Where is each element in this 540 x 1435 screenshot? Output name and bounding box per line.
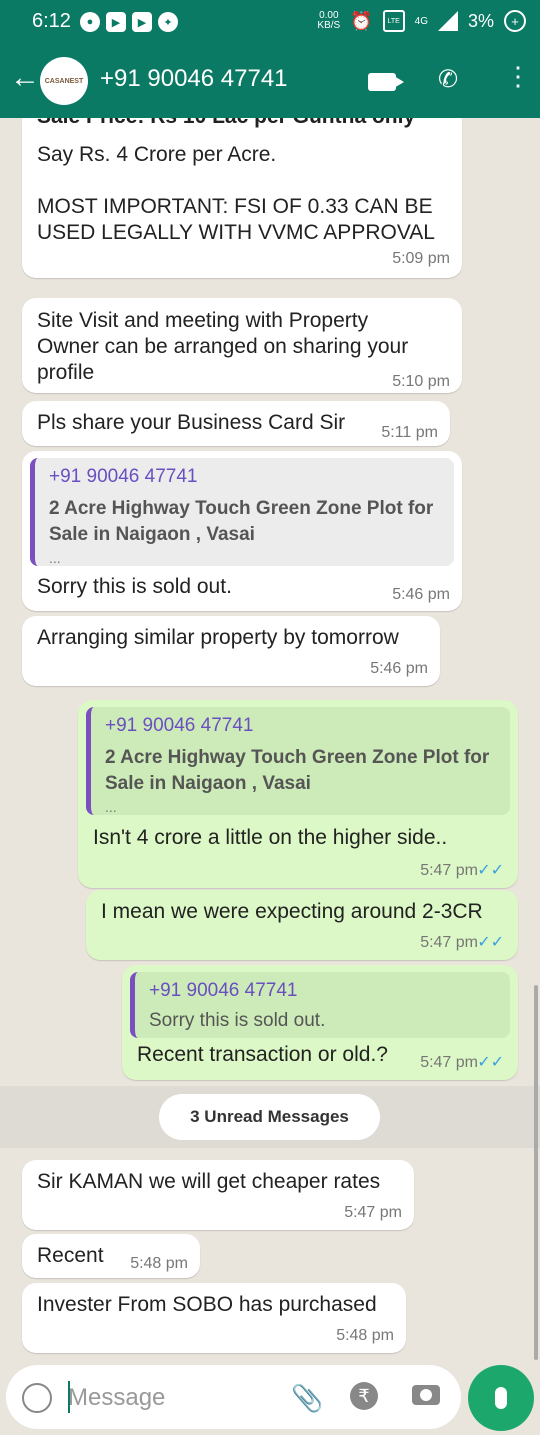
quoted-text: Sorry this is sold out. [149, 1010, 326, 1031]
message-time: 5:48 pm [130, 1255, 188, 1272]
message-time: 5:48 pm [336, 1327, 394, 1344]
read-ticks-icon: ✓✓ [477, 1054, 504, 1071]
status-time: 6:12 [32, 10, 71, 32]
message-time: 5:46 pm [392, 586, 450, 603]
system-icons: 0.00 KB/S ⏰ LTE 4G 3% + [317, 10, 526, 32]
alarm-icon: ⏰ [350, 10, 373, 31]
message-bubble[interactable]: Sir KAMAN we will get cheaper rates 5:47… [22, 1160, 414, 1230]
message-time: 5:47 pm [344, 1204, 402, 1221]
battery-text: 3% [467, 10, 494, 31]
notification-icons: ● ▶ ▶ ✦ [80, 12, 178, 32]
quoted-message[interactable]: +91 90046 47741 2 Acre Highway Touch Gre… [30, 458, 454, 566]
unread-divider: 3 Unread Messages [0, 1086, 540, 1148]
read-ticks-icon: ✓✓ [477, 934, 504, 951]
more-vert-icon[interactable]: ⋮ [505, 61, 531, 92]
message-text: Recent [37, 1244, 104, 1267]
message-bubble[interactable]: I mean we were expecting around 2-3CR 5:… [86, 890, 518, 960]
message-text: Recent transaction or old.? [137, 1043, 388, 1066]
message-time: 5:47 pm [420, 862, 478, 879]
mic-button[interactable] [468, 1365, 534, 1431]
youtube-notification-icon-2: ▶ [132, 12, 152, 32]
message-bubble[interactable]: Arranging similar property by tomorrow 5… [22, 616, 440, 686]
message-time: 5:10 pm [392, 373, 450, 390]
message-time: 5:47 pm [420, 1054, 478, 1071]
message-bubble[interactable]: +91 90046 47741 2 Acre Highway Touch Gre… [22, 451, 462, 611]
message-time: 5:09 pm [392, 250, 450, 267]
camera-icon[interactable] [412, 1385, 440, 1405]
mic-icon [495, 1387, 507, 1409]
volte-icon: LTE [382, 10, 405, 32]
message-bubble[interactable]: Invester From SOBO has purchased 5:48 pm [22, 1283, 406, 1353]
quoted-author: +91 90046 47741 [149, 980, 298, 1001]
message-bubble[interactable]: Sale Price: Rs 10 Lac per Guntha only Sa… [22, 118, 462, 278]
message-time: 5:11 pm [381, 424, 438, 441]
avatar-logo-text: CASANEST [44, 77, 84, 85]
quoted-author: +91 90046 47741 [105, 715, 254, 736]
video-call-icon[interactable] [368, 73, 404, 91]
network-type: 4G [414, 15, 428, 27]
contact-name[interactable]: +91 90046 47741 [100, 65, 288, 93]
unread-badge: 3 Unread Messages [159, 1094, 380, 1140]
battery-saver-icon: + [504, 10, 526, 32]
youtube-notification-icon: ▶ [106, 12, 126, 32]
message-bubble[interactable]: Pls share your Business Card Sir 5:11 pm [22, 401, 450, 446]
message-time: 5:46 pm [370, 660, 428, 677]
message-bubble[interactable]: Site Visit and meeting with Property Own… [22, 298, 462, 393]
message-bubble[interactable]: Recent 5:48 pm [22, 1234, 200, 1278]
message-text: Sale Price: Rs 10 Lac per Guntha only [37, 118, 415, 130]
message-text: Invester From SOBO has purchased [37, 1293, 377, 1316]
message-input[interactable] [66, 1379, 270, 1417]
quoted-text: 2 Acre Highway Touch Green Zone Plot for… [105, 747, 490, 794]
message-notification-icon: ● [80, 12, 100, 32]
message-text: I mean we were expecting around 2-3CR [101, 900, 483, 923]
rupee-icon[interactable]: ₹ [350, 1382, 378, 1410]
twitter-notification-icon: ✦ [158, 12, 178, 32]
chat-area[interactable]: Sale Price: Rs 10 Lac per Guntha only Sa… [0, 118, 540, 1365]
quoted-message[interactable]: +91 90046 47741 Sorry this is sold out. [130, 972, 510, 1038]
message-composer: 📎 ₹ [6, 1365, 461, 1429]
message-text: Sir KAMAN we will get cheaper rates [37, 1170, 381, 1193]
quoted-message[interactable]: +91 90046 47741 2 Acre Highway Touch Gre… [86, 707, 510, 815]
arrow-left-icon[interactable]: ← [10, 61, 40, 95]
quoted-more: ... [105, 799, 117, 815]
message-text: Isn't 4 crore a little on the higher sid… [93, 826, 448, 849]
signal-icon [437, 11, 458, 31]
status-bar: 6:12 ● ▶ ▶ ✦ 0.00 KB/S ⏰ LTE 4G 3% + [0, 0, 540, 45]
quoted-author: +91 90046 47741 [49, 466, 198, 487]
message-text: Arranging similar property by tomorrow [37, 626, 399, 649]
message-text: Say Rs. 4 Crore per Acre. MOST IMPORTANT… [37, 143, 435, 244]
message-text: Site Visit and meeting with Property Own… [37, 309, 409, 384]
message-bubble[interactable]: +91 90046 47741 Sorry this is sold out. … [122, 965, 518, 1080]
message-text: Sorry this is sold out. [37, 575, 232, 598]
avatar[interactable]: CASANEST [40, 57, 88, 105]
read-ticks-icon: ✓✓ [477, 862, 504, 879]
quoted-more: ... [49, 550, 61, 566]
quoted-text: 2 Acre Highway Touch Green Zone Plot for… [49, 498, 434, 545]
chat-header: ← CASANEST +91 90046 47741 ✆ ⋮ [0, 45, 540, 118]
net-speed: 0.00 KB/S [317, 10, 341, 31]
emoji-icon[interactable] [22, 1383, 52, 1413]
message-text: Pls share your Business Card Sir [37, 411, 346, 434]
paperclip-icon[interactable]: 📎 [291, 1383, 323, 1414]
message-bubble[interactable]: +91 90046 47741 2 Acre Highway Touch Gre… [78, 700, 518, 888]
message-time: 5:47 pm [420, 934, 478, 951]
phone-icon[interactable]: ✆ [438, 65, 458, 94]
chat-scrollbar[interactable] [534, 985, 538, 1360]
